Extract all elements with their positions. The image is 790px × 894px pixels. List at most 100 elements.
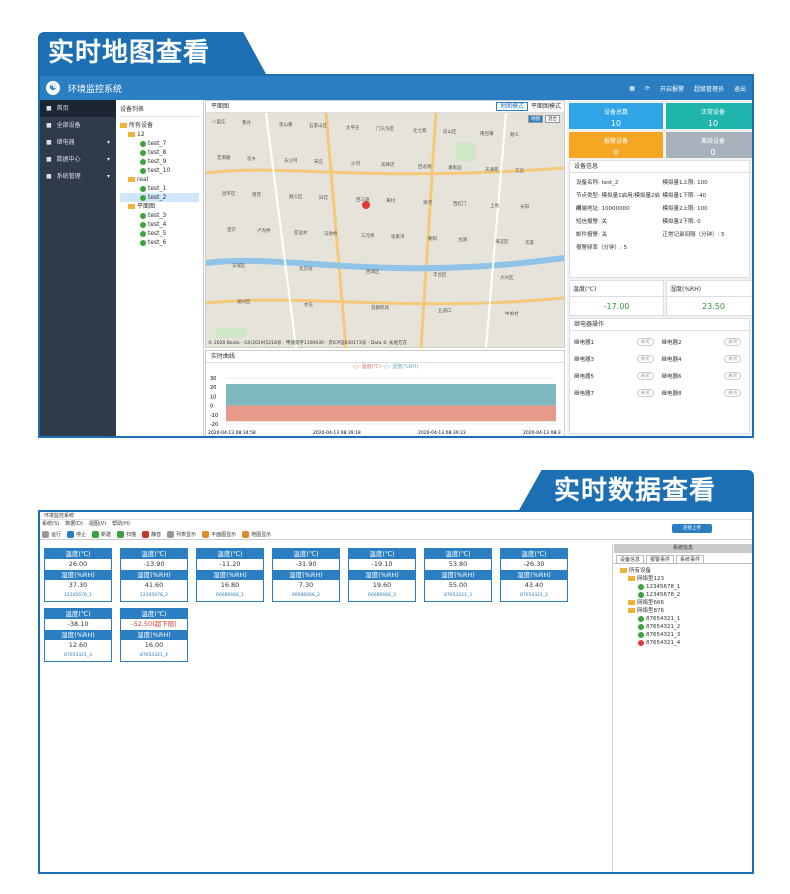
calendar-icon[interactable]: ▦ [629, 85, 635, 92]
toolbar-label: 地图显示 [251, 531, 272, 538]
sidebar-item[interactable]: ■ 全部设备 [40, 117, 116, 134]
relay-toggle[interactable]: 关闭 [636, 371, 654, 380]
relay-toggle[interactable]: 关闭 [724, 388, 741, 397]
system-info-tab[interactable]: 报警事件 [646, 555, 675, 563]
relay-toggle[interactable]: 关闭 [636, 354, 654, 363]
card-hum-value: 55.00 [448, 581, 468, 589]
tree-root[interactable]: 所有设备 [120, 121, 199, 130]
device-status-icon [638, 639, 644, 646]
topbar-link[interactable]: 超级管理员 [694, 84, 724, 93]
tree-device[interactable]: test_1 [120, 184, 199, 193]
card-hum-value: 16.80 [220, 581, 240, 589]
topbar-link[interactable]: 退出 [734, 84, 746, 93]
cloud-upload-button[interactable]: 连接上传 [672, 524, 712, 533]
card-temp-value: -26.30 [523, 560, 545, 568]
tree-device[interactable]: test_4 [120, 220, 199, 229]
device-card[interactable]: 温度(℃) -26.30 湿度(%RH) 43.40 87654321_2 [500, 548, 568, 602]
menu-item[interactable]: 数据(D) [65, 520, 83, 529]
y-tick-label: -20 [210, 422, 218, 428]
sidebar-item[interactable]: ■ 首页 [40, 100, 116, 117]
stat-value: 10 [707, 119, 719, 128]
toolbar-button[interactable]: 扫描 [117, 530, 136, 538]
plan-mode-button[interactable]: 平面图模式 [531, 101, 561, 112]
card-device-id: 66666666_3 [367, 593, 397, 598]
map-place-label: 张家湾 [391, 235, 405, 240]
baidu-map[interactable]: 八里庄 黑山寨 太平庄 北七家 南召镇 定泗路 东沙河 沙河 回龙观 天通苑 昌平区 顺义区 西三旗 清河… [206, 113, 564, 348]
system-info-tab[interactable]: 系统事件 [676, 555, 705, 563]
online-status-icon [140, 167, 146, 174]
toolbar-button[interactable]: 列表显示 [167, 530, 196, 538]
tree-device-label: test_1 [148, 185, 167, 192]
device-card[interactable]: 温度(℃) 53.80 湿度(%RH) 55.00 87654321_3 [424, 548, 492, 602]
tree-device[interactable]: 87654321_1 [620, 615, 746, 623]
device-card[interactable]: 温度(℃) -31.90 湿度(%RH) 7.30 66666666_2 [272, 548, 340, 602]
online-status-icon [140, 239, 146, 246]
toolbar-button[interactable]: 静音 [142, 530, 161, 538]
map-place-label: 三元桥 [361, 234, 375, 239]
device-card[interactable]: 温度(℃) -52.50(超下限) 湿度(%RH) 16.00 87654321_4 [120, 608, 188, 662]
x-tick-label: 2020-04-13 08:34:58 [208, 430, 256, 436]
relay-toggle[interactable]: 关闭 [724, 354, 741, 363]
tree-device[interactable]: 12345678_1 [620, 583, 746, 591]
refresh-icon[interactable]: ⟳ [645, 85, 650, 92]
folder-icon [628, 576, 635, 581]
toolbar-label: 平面图显示 [211, 531, 237, 538]
device-card[interactable]: 温度(℃) -19.10 湿度(%RH) 19.60 66666666_3 [348, 548, 416, 602]
sidebar-item[interactable]: ■ 系统管理 ▾ [40, 168, 116, 185]
tree-root[interactable]: 所有设备 [620, 567, 746, 575]
menu-item[interactable]: 视图(V) [89, 520, 106, 529]
relay-toggle[interactable]: 关闭 [636, 337, 654, 346]
tree-device-label: test_3 [148, 212, 167, 219]
relay-label: 继电器6 [661, 373, 682, 380]
folder-icon [120, 123, 127, 128]
device-card[interactable]: 温度(℃) -11.20 湿度(%RH) 16.80 66666666_1 [196, 548, 264, 602]
map-place-label: 昌平区 [222, 192, 236, 197]
card-temp-value: -38.10 [67, 620, 89, 628]
tree-group[interactable]: real [120, 175, 199, 184]
toolbar-button[interactable]: 地图显示 [242, 530, 272, 538]
tree-group[interactable]: 网络型123 [620, 575, 746, 583]
relay-toggle[interactable]: 关闭 [724, 371, 741, 380]
toolbar-button[interactable]: 新建 [92, 530, 111, 538]
tree-device[interactable]: test_8 [120, 148, 199, 157]
system-info-tab[interactable]: 设备信息 [616, 555, 645, 563]
tree-device[interactable]: test_5 [120, 229, 199, 238]
tree-group[interactable]: 12 [120, 130, 199, 139]
tree-device[interactable]: test_2 [120, 193, 199, 202]
tree-device[interactable]: test_3 [120, 211, 199, 220]
device-card[interactable]: 温度(℃) -38.10 湿度(%RH) 12.60 87654321_3 [44, 608, 112, 662]
realtime-curve-chart: 30 20 10 0 -10 -20 2020-04-13 08:34:58 2020-04-… [208, 376, 561, 436]
tree-device[interactable]: test_10 [120, 166, 199, 175]
tree-group[interactable]: 平面图 [120, 202, 199, 211]
tree-device[interactable]: 87654321_4 [620, 639, 746, 647]
menu-item[interactable]: 帮助(H) [112, 520, 130, 529]
device-card[interactable]: 温度(℃) -13.90 湿度(%RH) 41.60 12345678_2 [120, 548, 188, 602]
map-mode-button[interactable]: 地图模式 [495, 102, 528, 111]
map-type-button[interactable]: 混合 [545, 115, 560, 123]
tree-group[interactable]: 网络型876 [620, 607, 746, 615]
relay-toggle[interactable]: 关闭 [724, 337, 741, 346]
toolbar-button[interactable]: 平面图显示 [202, 530, 237, 538]
tree-group[interactable]: 网络型666 [620, 599, 746, 607]
tree-device[interactable]: 87654321_2 [620, 623, 746, 631]
toolbar-button[interactable]: 运行 [42, 530, 61, 538]
map-place-label: 丰台区 [433, 273, 447, 278]
relay-item: 继电器6 关闭 [661, 371, 750, 380]
relay-toggle[interactable]: 关闭 [636, 388, 654, 397]
topbar-link[interactable]: 开启报警 [660, 84, 684, 93]
tree-device[interactable]: test_7 [120, 139, 199, 148]
menu-item[interactable]: 系统(S) [42, 520, 59, 529]
app-logo-icon: ☯ [46, 81, 60, 95]
device-status-icon [638, 591, 644, 598]
tree-device[interactable]: 12345678_2 [620, 591, 746, 599]
y-tick-label: 10 [210, 394, 216, 400]
tree-device[interactable]: test_6 [120, 238, 199, 247]
chevron-down-icon: ▾ [106, 173, 110, 180]
sidebar-item[interactable]: ■ 继电器 ▾ [40, 134, 116, 151]
tree-device[interactable]: test_9 [120, 157, 199, 166]
device-card[interactable]: 温度(℃) 26.00 湿度(%RH) 37.30 12345678_1 [44, 548, 112, 602]
map-type-button[interactable]: 地图 [528, 115, 543, 123]
sidebar-item[interactable]: ■ 数据中心 ▾ [40, 151, 116, 168]
toolbar-button[interactable]: 停止 [67, 530, 86, 538]
tree-device[interactable]: 87654321_3 [620, 631, 746, 639]
